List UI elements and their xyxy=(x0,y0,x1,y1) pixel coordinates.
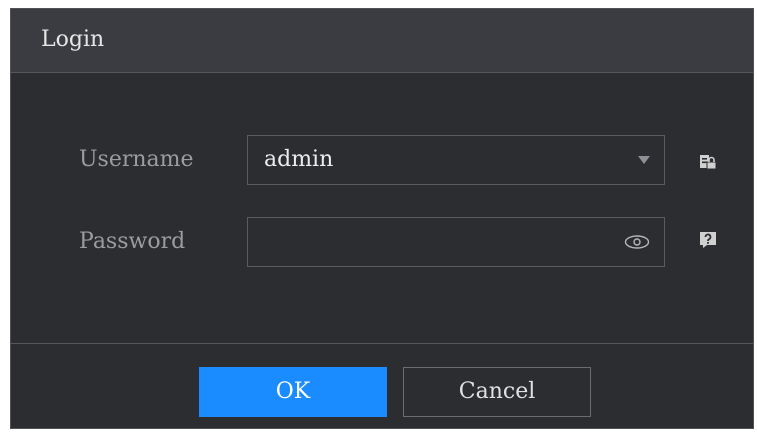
eye-icon[interactable] xyxy=(624,234,650,250)
ok-button[interactable]: OK xyxy=(199,367,387,417)
title-bar: Login xyxy=(11,9,753,73)
username-label: Username xyxy=(79,147,194,172)
username-dropdown[interactable]: admin xyxy=(247,135,665,185)
login-dialog: Login Username admin Password OK Cancel xyxy=(10,8,754,429)
password-field[interactable] xyxy=(247,217,665,267)
password-input[interactable] xyxy=(260,228,604,258)
cancel-button[interactable]: Cancel xyxy=(403,367,591,417)
dialog-title: Login xyxy=(41,27,105,52)
password-label: Password xyxy=(79,229,186,254)
chevron-down-icon[interactable] xyxy=(638,156,650,164)
user-management-icon[interactable] xyxy=(699,153,717,171)
username-value: admin xyxy=(264,147,334,172)
footer-divider xyxy=(11,343,753,344)
help-icon[interactable] xyxy=(699,231,717,249)
